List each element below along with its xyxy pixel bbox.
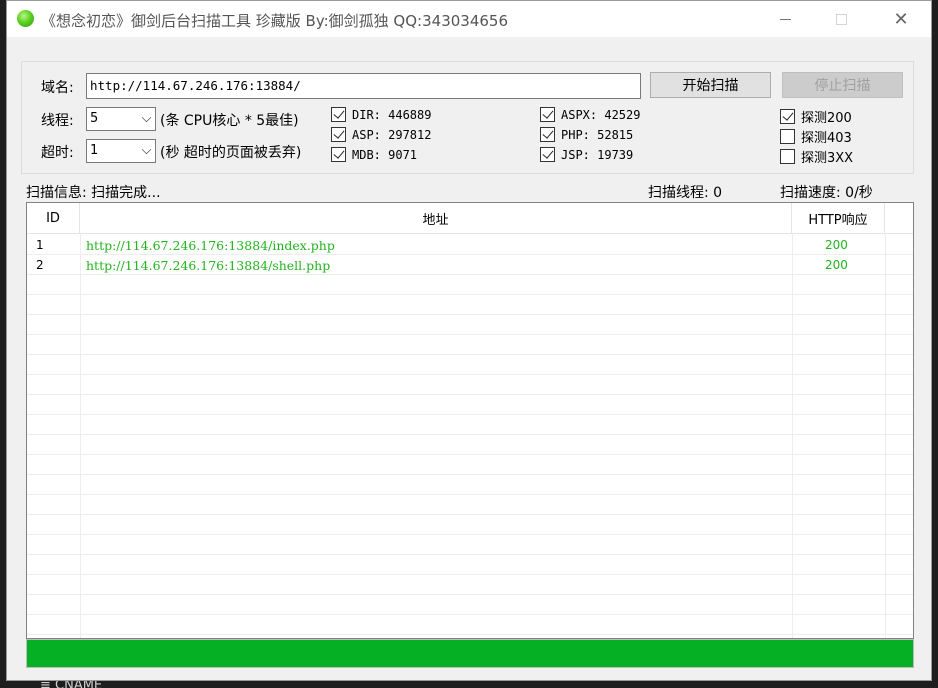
title-bar: 《想念初恋》御剑后台扫描工具 珍藏版 By:御剑孤独 QQ:343034656 …: [7, 1, 931, 37]
timeout-hint: (秒 超时的页面被丢弃): [160, 145, 302, 161]
checkbox-box[interactable]: [540, 127, 555, 142]
maximize-button[interactable]: [813, 1, 869, 37]
row-divider: [27, 374, 913, 375]
row-divider: [27, 534, 913, 535]
checkbox-label: ASP: 297812: [352, 127, 432, 142]
checkbox-label: ASPX: 42529: [561, 107, 641, 122]
scan-info: 扫描信息: 扫描完成...: [26, 185, 161, 201]
column-header-http[interactable]: HTTP响应: [792, 203, 885, 234]
checkbox-jsp[interactable]: JSP: 19739: [540, 147, 633, 162]
maximize-icon: [835, 13, 847, 25]
checkbox-label: 探测3XX: [801, 151, 854, 166]
window-title: 《想念初恋》御剑后台扫描工具 珍藏版 By:御剑孤独 QQ:343034656: [41, 12, 508, 30]
checkbox-label: 探测403: [801, 131, 852, 146]
row-divider: [27, 454, 913, 455]
checkbox-box[interactable]: [331, 147, 346, 162]
timeout-select[interactable]: 1: [86, 139, 156, 163]
app-icon: [17, 10, 34, 27]
checkbox-probe-403[interactable]: 探测403: [780, 127, 852, 146]
row-divider: [27, 294, 913, 295]
row-divider: [27, 474, 913, 475]
row-divider: [27, 614, 913, 615]
domain-label: 域名:: [41, 80, 74, 96]
checkbox-label: MDB: 9071: [352, 147, 418, 162]
minimize-button[interactable]: [757, 1, 813, 37]
row-divider: [27, 334, 913, 335]
threads-hint: (条 CPU核心 * 5最佳): [160, 113, 299, 129]
checkbox-mdb[interactable]: MDB: 9071: [331, 147, 417, 162]
timeout-value: 1: [90, 143, 99, 158]
chevron-down-icon: [141, 144, 152, 155]
checkbox-box[interactable]: [540, 107, 555, 122]
checkbox-label: JSP: 19739: [561, 147, 634, 162]
scan-speed: 扫描速度: 0/秒: [780, 185, 873, 201]
row-divider: [27, 274, 913, 275]
row-divider: [27, 634, 913, 635]
row-divider: [27, 594, 913, 595]
checkbox-dir[interactable]: DIR: 446889: [331, 107, 431, 122]
row-divider: [27, 414, 913, 415]
row-divider: [27, 394, 913, 395]
scan-progress-bar: [26, 639, 914, 668]
table-header: ID 地址 HTTP响应: [27, 203, 913, 234]
cell-url: http://114.67.246.176:13884/index.php: [86, 238, 335, 253]
cell-id: 2: [36, 258, 44, 272]
threads-label: 线程:: [41, 113, 74, 129]
start-scan-button[interactable]: 开始扫描: [650, 72, 771, 98]
checkbox-box[interactable]: [331, 107, 346, 122]
checkbox-box[interactable]: [331, 127, 346, 142]
checkbox-box[interactable]: [540, 147, 555, 162]
minimize-icon: [779, 18, 791, 20]
threads-value: 5: [90, 111, 99, 126]
row-divider: [27, 574, 913, 575]
cell-http-code: 200: [825, 238, 848, 252]
progress-fill: [27, 640, 913, 667]
checkbox-probe-200[interactable]: 探测200: [780, 107, 852, 126]
results-table[interactable]: ID 地址 HTTP响应 1 http://114.67.246.176:138…: [26, 202, 914, 639]
cell-url: http://114.67.246.176:13884/shell.php: [86, 258, 331, 273]
row-divider: [27, 434, 913, 435]
timeout-label: 超时:: [41, 145, 74, 161]
checkbox-asp[interactable]: ASP: 297812: [331, 127, 431, 142]
checkbox-box[interactable]: [780, 109, 795, 124]
row-divider: [27, 314, 913, 315]
domain-input[interactable]: http://114.67.246.176:13884/: [86, 73, 641, 99]
column-header-id[interactable]: ID: [27, 203, 80, 234]
row-divider: [27, 494, 913, 495]
close-button[interactable]: ✕: [873, 1, 929, 37]
checkbox-label: PHP: 52815: [561, 127, 634, 142]
row-divider: [27, 354, 913, 355]
threads-select[interactable]: 5: [86, 107, 156, 131]
stop-scan-button[interactable]: 停止扫描: [782, 72, 903, 98]
close-icon: ✕: [893, 8, 909, 30]
cell-http-code: 200: [825, 258, 848, 272]
checkbox-label: 探测200: [801, 111, 852, 126]
checkbox-label: DIR: 446889: [352, 107, 432, 122]
scan-threads: 扫描线程: 0: [648, 185, 723, 201]
row-divider: [27, 554, 913, 555]
cell-id: 1: [36, 238, 44, 252]
chevron-down-icon: [141, 112, 152, 123]
checkbox-aspx[interactable]: ASPX: 42529: [540, 107, 640, 122]
checkbox-box[interactable]: [780, 149, 795, 164]
row-divider: [27, 514, 913, 515]
row-divider: [27, 254, 913, 255]
app-window: 《想念初恋》御剑后台扫描工具 珍藏版 By:御剑孤独 QQ:343034656 …: [6, 0, 932, 681]
column-header-url[interactable]: 地址: [80, 203, 792, 234]
checkbox-probe-3xx[interactable]: 探测3XX: [780, 147, 853, 166]
checkbox-box[interactable]: [780, 129, 795, 144]
checkbox-php[interactable]: PHP: 52815: [540, 127, 633, 142]
